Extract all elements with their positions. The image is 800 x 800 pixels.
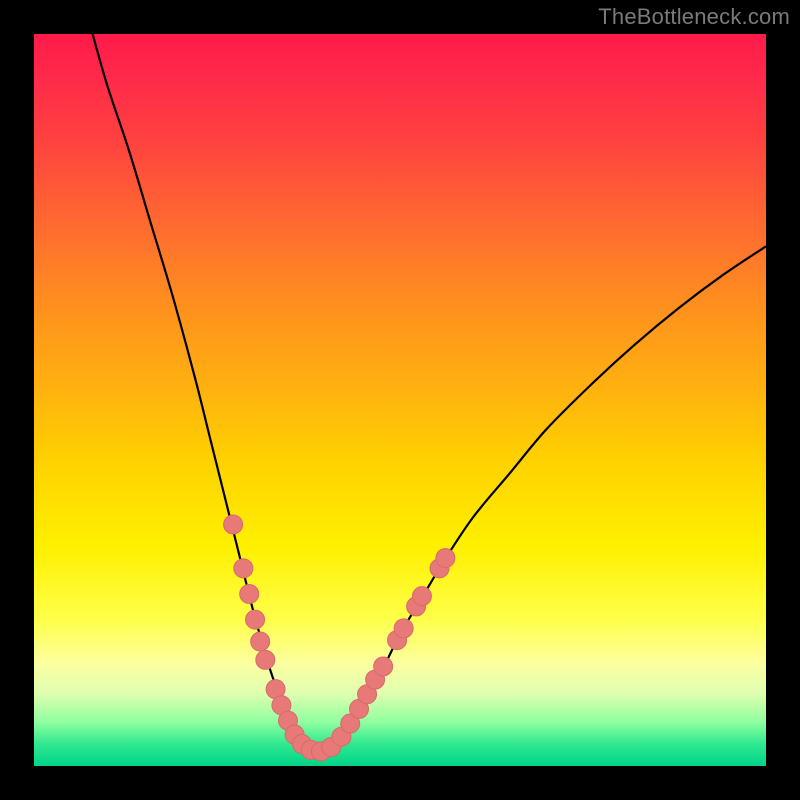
- chart-svg: [34, 34, 766, 766]
- marker-dot: [224, 515, 243, 534]
- highlight-markers: [224, 515, 455, 761]
- marker-dot: [234, 559, 253, 578]
- plot-area: [34, 34, 766, 766]
- marker-dot: [394, 619, 413, 638]
- marker-dot: [251, 632, 270, 651]
- chart-frame: TheBottleneck.com: [0, 0, 800, 800]
- marker-dot: [412, 587, 431, 606]
- marker-dot: [256, 650, 275, 669]
- watermark-text: TheBottleneck.com: [598, 4, 790, 30]
- curve-path: [93, 34, 766, 752]
- marker-dot: [374, 657, 393, 676]
- marker-dot: [240, 584, 259, 603]
- bottleneck-curve: [93, 34, 766, 752]
- marker-dot: [246, 610, 265, 629]
- marker-dot: [436, 549, 455, 568]
